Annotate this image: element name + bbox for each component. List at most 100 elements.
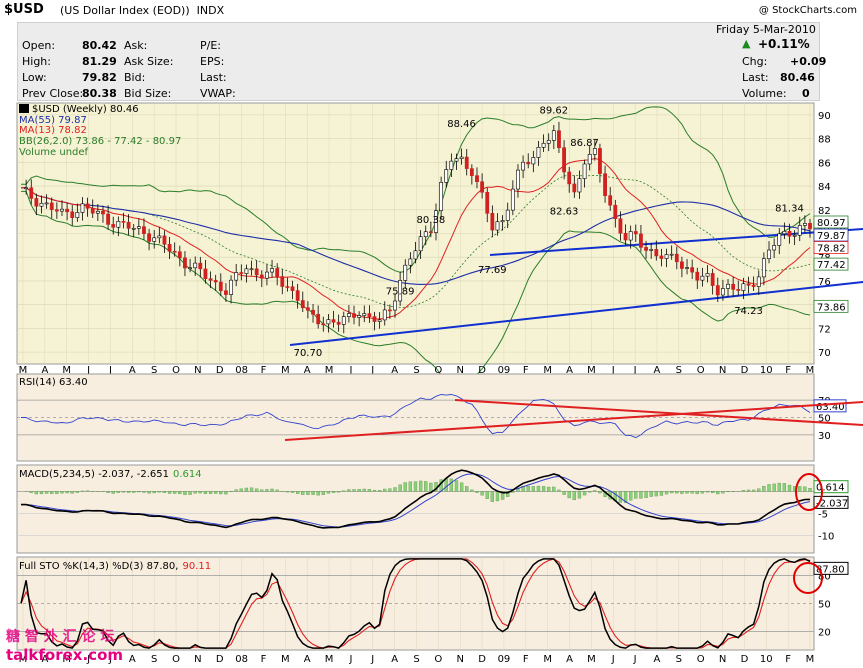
macd-hist-bar <box>695 491 699 495</box>
candle-body <box>131 227 136 230</box>
candle-body <box>639 233 643 248</box>
candle-body <box>377 319 382 322</box>
macd-hist-bar <box>798 486 802 492</box>
candle-body <box>464 156 469 169</box>
candle-body <box>695 271 700 281</box>
macd-legend: MACD(5,234,5) -2.037, -2.651 0.614 <box>19 469 202 480</box>
candle-body <box>60 208 64 212</box>
candle-body <box>198 262 203 270</box>
macd-hist-bar <box>203 491 208 494</box>
macd-hist-bar <box>306 491 310 495</box>
watermark-site: talkforex.com <box>6 646 124 664</box>
x-tick-label: O <box>172 654 180 665</box>
candle-body <box>234 272 239 281</box>
x-tick-label: D <box>741 654 749 665</box>
price-right-label: 79.87 <box>817 231 846 242</box>
price-y-tick: 88 <box>818 135 831 146</box>
candle-body <box>393 300 397 311</box>
candle-body <box>721 288 725 296</box>
x-tick-label: J <box>370 654 374 665</box>
candle-body <box>39 202 44 207</box>
x-tick-label: N <box>719 654 726 665</box>
macd-hist-bar <box>490 491 495 502</box>
candle-body <box>480 181 485 193</box>
macd-hist-bar <box>649 491 653 497</box>
macd-y-tick: -5 <box>818 509 828 520</box>
candle-body <box>372 316 377 322</box>
x-tick-label: 09 <box>498 654 511 665</box>
macd-hist-bar <box>690 491 694 494</box>
candle-body <box>536 147 541 158</box>
macd-hist-bar <box>142 491 146 493</box>
candle-body <box>80 203 85 213</box>
candle-body <box>623 232 628 241</box>
candle-body <box>756 276 761 287</box>
macd-hist-bar <box>372 489 377 492</box>
macd-hist-bar <box>393 487 397 492</box>
candle-body <box>690 267 695 273</box>
candle-body <box>295 290 300 301</box>
candle-body <box>352 313 356 318</box>
candle-body <box>229 279 233 295</box>
candle-body <box>500 220 505 223</box>
candle-body <box>357 315 362 318</box>
candle-body <box>772 245 777 251</box>
candle-body <box>674 253 679 263</box>
macd-hist-bar <box>347 489 351 492</box>
x-tick-label: S <box>151 654 157 665</box>
macd-hist-bar <box>803 486 807 492</box>
macd-hist-bar <box>644 491 648 498</box>
macd-hist-bar <box>449 478 454 492</box>
candle-body <box>152 237 157 242</box>
price-annotation: 88.46 <box>447 119 476 130</box>
macd-hist-bar <box>582 491 587 496</box>
candle-body <box>106 213 110 225</box>
macd-hist-bar <box>50 491 54 494</box>
candle-body <box>603 173 607 196</box>
x-tick-label: A <box>566 654 573 665</box>
macd-hist-bar <box>782 483 787 492</box>
candle-body <box>167 244 172 252</box>
macd-hist-bar <box>552 486 556 492</box>
x-tick-label: M <box>587 654 596 665</box>
macd-hist-bar <box>531 486 535 492</box>
macd-hist-bar <box>403 482 407 492</box>
candle-body <box>469 168 474 176</box>
candle-body <box>126 221 131 229</box>
candle-body <box>321 323 326 326</box>
x-tick-label: N <box>194 654 201 665</box>
macd-hist-bar <box>557 489 561 492</box>
candle-body <box>808 223 812 230</box>
candle-body <box>736 289 741 291</box>
candle-body <box>157 235 162 239</box>
x-tick-label: J <box>633 654 637 665</box>
price-annotation: 86.87 <box>570 138 599 149</box>
macd-hist-bar <box>193 491 197 494</box>
candle-body <box>193 262 198 269</box>
macd-hist-bar <box>408 481 413 492</box>
candle-body <box>172 250 177 253</box>
macd-hist-bar <box>634 491 638 499</box>
candle-body <box>147 233 151 242</box>
candle-body <box>592 148 597 155</box>
macd-hist-bar <box>383 488 387 492</box>
macd-hist-bar <box>541 486 546 492</box>
price-annotation: 89.62 <box>540 105 569 116</box>
macd-hist-bar <box>572 491 576 501</box>
price-annotation: 75.89 <box>386 286 415 297</box>
candle-body <box>413 250 418 260</box>
macd-hist-bar <box>244 487 249 492</box>
candle-body <box>526 161 531 165</box>
macd-hist-bar <box>465 486 469 492</box>
candle-body <box>505 209 510 221</box>
macd-hist-bar <box>214 491 218 494</box>
candle-body <box>418 236 423 252</box>
macd-hist-bar <box>762 485 766 492</box>
macd-hist-bar <box>44 491 49 494</box>
candle-body <box>577 178 582 193</box>
candle-body <box>270 268 274 273</box>
sto-legend-d: 90.11 <box>182 561 211 572</box>
macd-hist-bar <box>424 481 428 492</box>
macd-hist-bar <box>331 491 336 493</box>
candle-body <box>90 208 95 214</box>
